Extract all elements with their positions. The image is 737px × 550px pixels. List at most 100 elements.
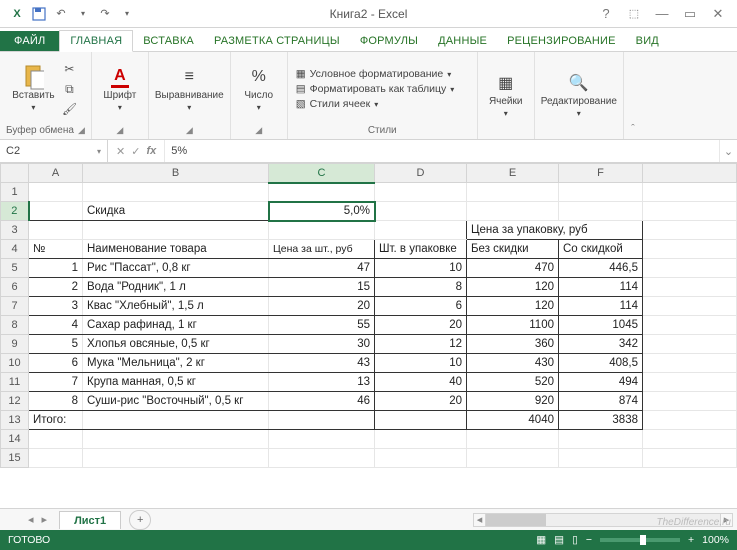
table-cell[interactable]: 20 (375, 392, 467, 411)
table-cell[interactable]: Мука "Мельница", 2 кг (83, 354, 269, 373)
table-cell[interactable]: 10 (375, 354, 467, 373)
launcher-icon[interactable]: ◢ (78, 125, 85, 136)
number-button[interactable]: % Число ▾ (237, 66, 281, 112)
tab-formulas[interactable]: ФОРМУЛЫ (350, 31, 428, 51)
row-header[interactable]: 6 (1, 278, 29, 297)
accept-formula-icon[interactable]: ✓ (131, 145, 140, 158)
table-cell[interactable]: 47 (269, 259, 375, 278)
table-cell[interactable]: 10 (375, 259, 467, 278)
table-cell[interactable]: 120 (467, 278, 559, 297)
format-as-table-button[interactable]: ▤Форматировать как таблицу▾ (294, 82, 457, 96)
table-cell[interactable]: 55 (269, 316, 375, 335)
tab-page-layout[interactable]: РАЗМЕТКА СТРАНИЦЫ (204, 31, 350, 51)
qat-dropdown-icon[interactable]: ▾ (74, 5, 92, 23)
sheet-next-icon[interactable]: ▸ (42, 513, 48, 526)
launcher-icon[interactable]: ◢ (186, 125, 193, 136)
table-cell[interactable]: 6 (29, 354, 83, 373)
table-cell[interactable]: 8 (375, 278, 467, 297)
maximize-icon[interactable]: ▭ (679, 6, 701, 22)
row-header[interactable]: 2 (1, 202, 29, 221)
col-header[interactable] (643, 164, 737, 183)
cells-button[interactable]: ▦ Ячейки ▾ (484, 72, 528, 118)
tab-file[interactable]: ФАЙЛ (0, 31, 59, 51)
view-break-icon[interactable]: ▯ (572, 534, 578, 546)
row-header[interactable]: 1 (1, 183, 29, 202)
discount-value-cell[interactable]: 5,0% (269, 202, 375, 221)
help-icon[interactable]: ? (595, 6, 617, 21)
table-cell[interactable]: 8 (29, 392, 83, 411)
table-cell[interactable]: 360 (467, 335, 559, 354)
collapse-ribbon-icon[interactable]: ˆ (624, 123, 642, 139)
conditional-formatting-button[interactable]: ▦Условное форматирование▾ (294, 67, 457, 81)
ribbon-display-icon[interactable]: ⬚ (623, 7, 645, 20)
alignment-button[interactable]: ≡ Выравнивание ▾ (155, 66, 224, 112)
col-header[interactable]: D (375, 164, 467, 183)
zoom-value[interactable]: 100% (702, 534, 729, 546)
table-cell[interactable]: 30 (269, 335, 375, 354)
col-header[interactable]: E (467, 164, 559, 183)
redo-icon[interactable]: ↷ (96, 5, 114, 23)
format-painter-icon[interactable]: 🖌 (59, 100, 79, 118)
table-cell[interactable]: 920 (467, 392, 559, 411)
row-header[interactable]: 11 (1, 373, 29, 392)
table-cell[interactable]: 470 (467, 259, 559, 278)
col-header[interactable]: A (29, 164, 83, 183)
table-cell[interactable]: 13 (269, 373, 375, 392)
table-cell[interactable]: 520 (467, 373, 559, 392)
row-header[interactable]: 13 (1, 411, 29, 430)
table-cell[interactable]: 494 (559, 373, 643, 392)
close-icon[interactable]: ✕ (707, 6, 729, 22)
table-cell[interactable]: 4 (29, 316, 83, 335)
paste-button[interactable]: Вставить ▾ (11, 66, 55, 112)
touch-mode-icon[interactable]: ▾ (118, 5, 136, 23)
row-header[interactable]: 15 (1, 449, 29, 468)
table-cell[interactable]: 6 (375, 297, 467, 316)
save-icon[interactable] (30, 5, 48, 23)
table-cell[interactable]: 408,5 (559, 354, 643, 373)
table-cell[interactable]: 342 (559, 335, 643, 354)
table-cell[interactable]: 874 (559, 392, 643, 411)
row-header[interactable]: 12 (1, 392, 29, 411)
scroll-left-icon[interactable]: ◂ (474, 514, 486, 526)
table-cell[interactable]: 3 (29, 297, 83, 316)
fx-icon[interactable]: fx (146, 145, 156, 157)
table-cell[interactable]: 1045 (559, 316, 643, 335)
launcher-icon[interactable]: ◢ (255, 125, 262, 136)
tab-home[interactable]: ГЛАВНАЯ (59, 30, 133, 52)
col-header[interactable]: B (83, 164, 269, 183)
scroll-thumb[interactable] (486, 514, 546, 526)
font-button[interactable]: A Шрифт ▾ (98, 66, 142, 112)
col-header[interactable]: C (269, 164, 375, 183)
table-cell[interactable]: 43 (269, 354, 375, 373)
row-header[interactable]: 3 (1, 221, 29, 240)
col-header[interactable]: F (559, 164, 643, 183)
table-cell[interactable]: Квас "Хлебный", 1,5 л (83, 297, 269, 316)
table-cell[interactable]: 120 (467, 297, 559, 316)
sheet-tab[interactable]: Лист1 (59, 511, 121, 529)
table-cell[interactable]: 20 (375, 316, 467, 335)
name-box[interactable]: C2 ▾ (0, 140, 108, 162)
editing-button[interactable]: 🔍 Редактирование ▾ (541, 72, 617, 118)
zoom-out-icon[interactable]: − (586, 534, 592, 546)
add-sheet-button[interactable]: + (129, 510, 151, 530)
zoom-in-icon[interactable]: + (688, 534, 694, 546)
table-cell[interactable]: 1100 (467, 316, 559, 335)
tab-review[interactable]: РЕЦЕНЗИРОВАНИЕ (497, 31, 626, 51)
row-header[interactable]: 8 (1, 316, 29, 335)
table-cell[interactable]: Суши-рис "Восточный", 0,5 кг (83, 392, 269, 411)
tab-data[interactable]: ДАННЫЕ (428, 31, 497, 51)
table-cell[interactable]: 5 (29, 335, 83, 354)
minimize-icon[interactable]: — (651, 6, 673, 21)
tab-view[interactable]: ВИД (626, 31, 669, 51)
table-cell[interactable]: 114 (559, 278, 643, 297)
row-header[interactable]: 7 (1, 297, 29, 316)
formula-input[interactable]: 5% (165, 140, 719, 162)
row-header[interactable]: 14 (1, 430, 29, 449)
table-cell[interactable]: 446,5 (559, 259, 643, 278)
launcher-icon[interactable]: ◢ (116, 125, 123, 136)
table-cell[interactable]: 114 (559, 297, 643, 316)
row-header[interactable]: 10 (1, 354, 29, 373)
row-header[interactable]: 4 (1, 240, 29, 259)
table-cell[interactable]: Хлопья овсяные, 0,5 кг (83, 335, 269, 354)
undo-icon[interactable]: ↶ (52, 5, 70, 23)
